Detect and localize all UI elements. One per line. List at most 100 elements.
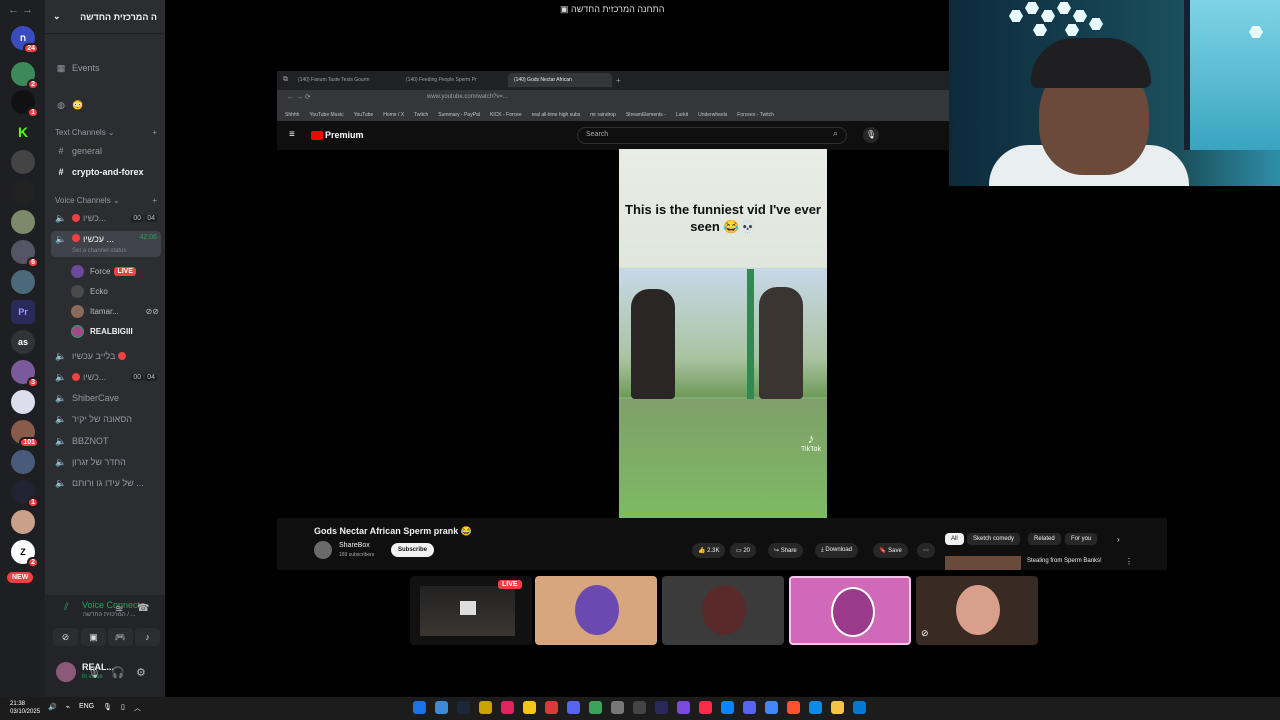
voice-channel[interactable]: 🔈 ShiberCave [51,389,161,407]
member-itamar[interactable]: Itamar... ⊘⊘ [71,302,159,320]
voice-channels-category[interactable]: Voice Channels ⌄ + [55,196,157,205]
music-icon[interactable] [699,701,712,714]
brave-icon[interactable] [787,701,800,714]
server-icon[interactable]: 3 [11,360,39,388]
bookmark[interactable]: YouTube Music [309,112,343,118]
chip-sketch-comedy[interactable]: Sketch comedy [967,533,1021,545]
server-icon[interactable] [11,150,35,174]
app-icon[interactable] [611,701,624,714]
premiere-server-icon[interactable]: Pr [11,300,35,324]
folder-icon[interactable] [831,701,844,714]
edge-icon[interactable] [809,701,822,714]
voice-channel[interactable]: 🔈 החדר של זגרון [51,453,161,471]
new-tab-icon[interactable]: + [616,76,621,85]
share-button[interactable]: ↪ Share [768,543,803,558]
participant-tile[interactable] [535,576,657,645]
avatar[interactable] [314,541,332,559]
search-icon[interactable]: ⌕ [833,128,838,139]
noise-suppression-icon[interactable]: ≋ [115,604,123,615]
chip-all[interactable]: All [945,533,964,545]
search-input[interactable]: Search [577,127,847,144]
steam-icon[interactable] [457,701,470,714]
thumbnail[interactable] [945,556,1021,570]
app-icon[interactable] [479,701,492,714]
premiere-icon[interactable] [655,701,668,714]
voice-connected-label[interactable]: Voice Connecte [45,600,145,610]
participant-tile-stream[interactable]: LIVE [410,576,532,645]
participant-tile[interactable]: ⊘ [916,576,1038,645]
nav-arrows-icon[interactable]: ← → ⟳ [287,93,311,101]
download-button[interactable]: ⤓ Download [815,543,859,558]
voice-channel[interactable]: 🔈 בלייב עכשיו [51,347,161,365]
text-channels-category[interactable]: Text Channels ⌄ + [55,128,157,137]
chip-related[interactable]: Related [1028,533,1061,545]
avatar[interactable] [56,662,76,682]
voice-channel[interactable]: 🔈 הסאונה של יקיר [51,410,161,428]
voice-channel[interactable]: 🔈 כשיו... 00 04 [51,209,161,227]
server-icon[interactable]: 101 [11,420,39,448]
server-icon[interactable] [11,270,35,294]
comments-button[interactable]: ▭ 20 [730,543,757,558]
server-icon[interactable]: 6 [11,240,39,268]
bookmark[interactable]: Summary - PayPal [438,112,480,118]
server-name-header[interactable]: ⌄ ה המרכזית החדשה [45,0,165,34]
bookmark[interactable]: mr raindrop [590,112,616,118]
microphone-icon[interactable]: 🎙 [87,666,101,679]
subscribe-button[interactable]: Subscribe [391,543,435,557]
app-icon[interactable] [677,701,690,714]
browser-tab[interactable]: (140) Feeding People Sperm Pr [400,73,504,87]
channel-general[interactable]: # general [51,142,161,160]
windows-start-icon[interactable] [853,701,866,714]
bookmark[interactable]: Home / X [383,112,404,118]
bookmark[interactable]: YouTube [354,112,374,118]
microphone-icon[interactable]: 🎙 [103,703,112,713]
server-icon[interactable] [11,180,35,204]
server-icon[interactable]: 1 [11,480,39,508]
chrome-icon[interactable] [765,701,778,714]
voice-channel[interactable]: 🔈 BBZNOT [51,432,161,450]
kick-server-icon[interactable]: K [11,120,35,144]
member-ecko[interactable]: Ecko [71,282,159,300]
browser-tab-active[interactable]: (140) Gods Nectar African [508,73,612,87]
channel-crypto-and-forex[interactable]: # crypto-and-forex [51,163,161,181]
add-channel-icon[interactable]: + [152,196,157,205]
new-badge[interactable]: NEW [7,572,34,583]
screen-share-button[interactable]: ▣ [81,628,106,646]
recommended-title[interactable]: Stealing from Sperm Banks! [1027,558,1102,564]
app-icon[interactable] [589,701,602,714]
tab-menu-icon[interactable]: ⧉ [283,76,288,84]
tray-chevron-icon[interactable]: ︿ [134,703,141,713]
participant-tile-speaking[interactable] [789,576,911,645]
disconnect-icon[interactable]: ☎ [137,603,149,614]
add-channel-icon[interactable]: + [152,128,157,137]
youtube-logo[interactable]: Premium [311,130,364,141]
app-icon[interactable] [435,701,448,714]
clock[interactable]: 21:38 03/10/2025 [10,700,40,716]
back-arrow-icon[interactable]: ← → [8,4,33,16]
app-icon[interactable] [413,701,426,714]
chevron-right-icon[interactable]: › [1117,535,1120,544]
bookmark[interactable]: Lurkit [676,112,688,118]
bookmark[interactable]: Shhhh [285,112,299,118]
browser-tab[interactable]: (140) Fanum Taste Tests Gourm [292,73,396,87]
server-icon[interactable] [11,210,35,234]
member-force[interactable]: Force LIVE [71,262,159,280]
channel-status[interactable]: Set a channel status [72,248,126,254]
discord-icon[interactable] [743,701,756,714]
server-icon[interactable]: 2 [11,62,39,90]
bookmark[interactable]: Underwheels [698,112,727,118]
headphones-icon[interactable]: 🎧 [111,666,125,679]
microphone-icon[interactable]: 🎙 [863,127,879,143]
bookmark[interactable]: Twitch [414,112,428,118]
bookmark[interactable]: KICK - Forcee [490,112,522,118]
volume-icon[interactable]: 🔊 [48,703,57,713]
save-button[interactable]: 🔖 Save [873,543,908,558]
language-indicator[interactable]: ENG [79,703,94,713]
activities-button[interactable]: 🎮 [108,628,133,646]
server-icon[interactable] [11,390,35,414]
hamburger-menu-icon[interactable]: ≡ [289,129,295,140]
soundboard-button[interactable]: ♪ [135,628,160,646]
network-icon[interactable]: ⌁ [66,703,70,713]
server-icon[interactable]: 1 [11,90,39,118]
more-icon[interactable]: ⋯ [917,543,935,558]
